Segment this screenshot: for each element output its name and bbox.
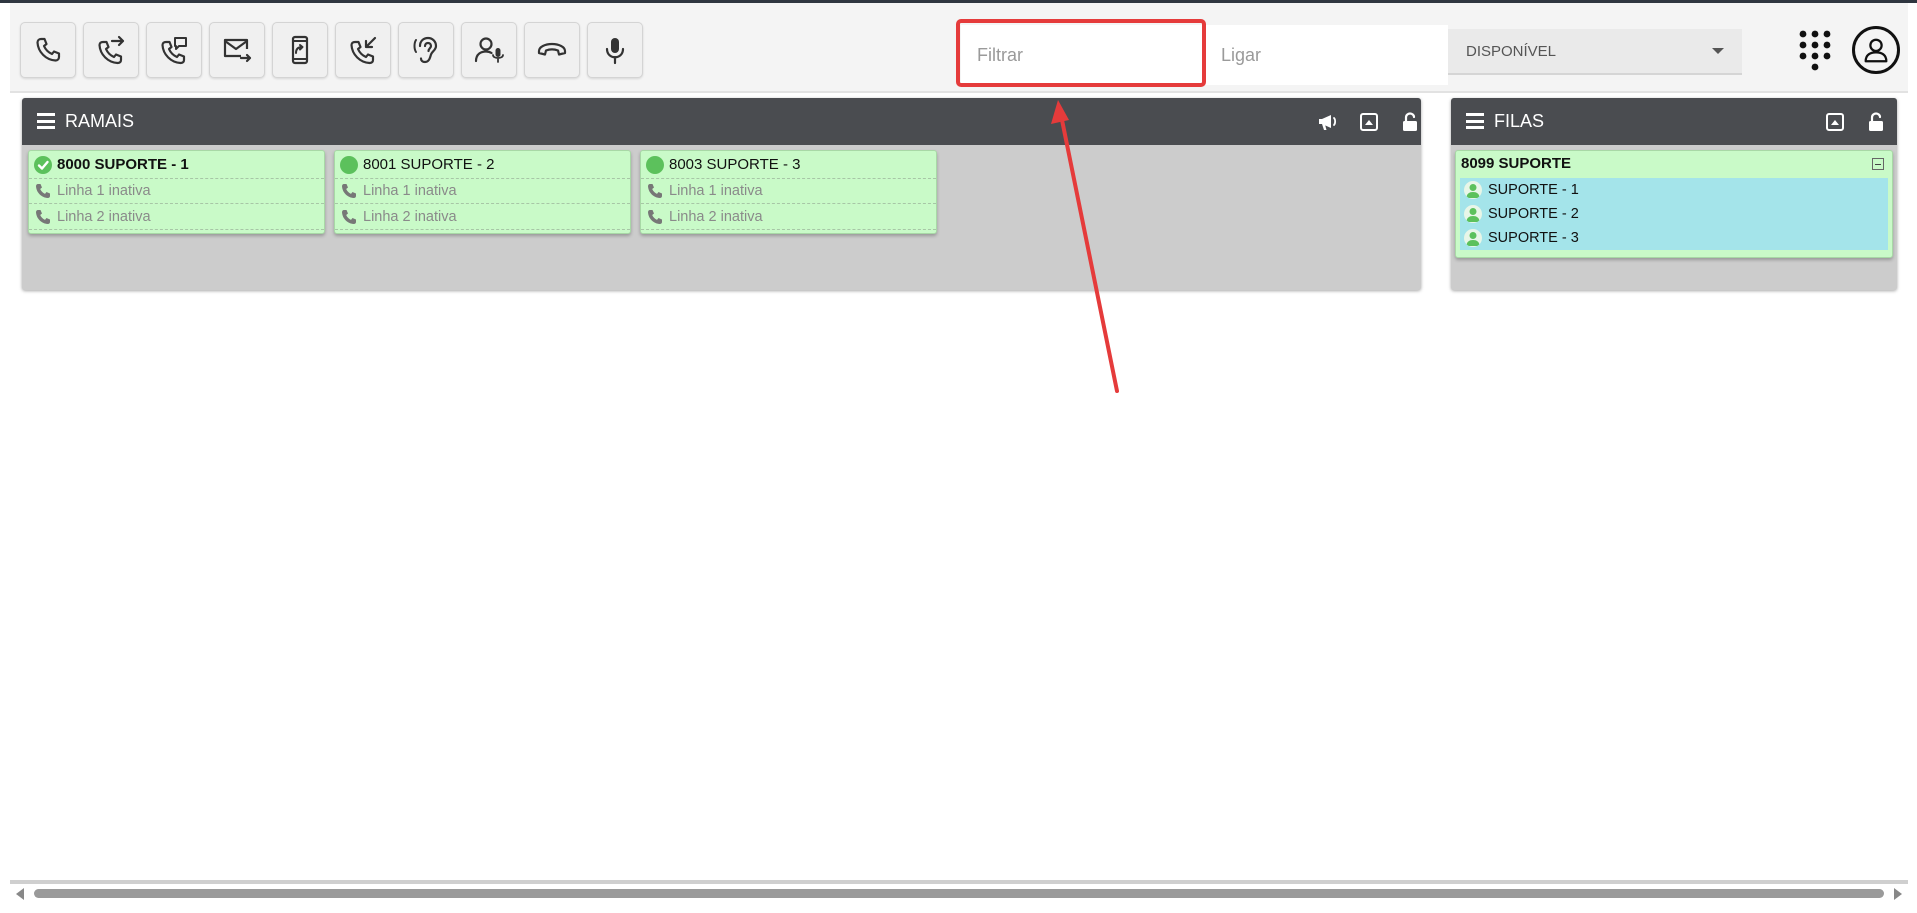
filas-panel-header: FILAS [1451,98,1897,145]
panel-expand-icon[interactable] [1824,111,1846,133]
extension-card[interactable]: 8000 SUPORTE - 1 Linha 1 inativa Linha 2… [28,150,325,234]
hangup-icon [537,42,567,56]
scrollbar-thumb[interactable] [34,889,1884,898]
line-row: Linha 1 inativa [335,178,630,204]
ramais-panel-header: RAMAIS [22,98,1421,145]
user-icon [1464,181,1482,199]
extension-header: 8003 SUPORTE - 3 [641,151,936,179]
dialpad-icon [1799,30,1831,71]
microphone-button[interactable] [587,22,643,78]
mail-forward-button[interactable] [209,22,265,78]
incoming-call-button[interactable] [335,22,391,78]
scroll-right-icon[interactable] [1894,888,1902,900]
agent-name: SUPORTE - 3 [1488,230,1579,246]
line-status: Linha 2 inativa [57,208,151,225]
line-row: Linha 2 inativa [335,204,630,230]
unlock-icon[interactable] [1865,111,1887,133]
scrollbar-track [10,880,1908,884]
queue-agent[interactable]: SUPORTE - 2 [1460,202,1579,226]
queue-agent-list: SUPORTE - 1 SUPORTE - 2 SUPORTE - 3 [1460,178,1888,250]
user-account-button[interactable] [1852,26,1900,74]
user-voice-icon [474,37,504,63]
line-row: Linha 1 inativa [29,178,324,204]
menu-icon[interactable] [37,113,55,129]
agent-name: SUPORTE - 2 [1488,206,1579,222]
extension-header: 8000 SUPORTE - 1 [29,151,324,179]
megaphone-icon[interactable] [1317,111,1339,133]
agent-voice-button[interactable] [461,22,517,78]
scroll-left-icon[interactable] [16,888,24,900]
phone-message-icon [161,37,187,65]
filas-panel: FILAS 8099 SUPORTE SUPORTE - 1 SUPORTE -… [1451,98,1897,290]
phone-icon [648,209,662,224]
hangup-button[interactable] [524,22,580,78]
extension-name: 8000 SUPORTE - 1 [57,156,189,173]
queue-agent[interactable]: SUPORTE - 1 [1460,178,1579,202]
status-check-icon [34,155,52,174]
phone-icon [36,37,61,62]
call-message-button[interactable] [146,22,202,78]
unlock-icon[interactable] [1399,111,1421,133]
queue-name: 8099 SUPORTE [1461,155,1572,172]
panel-expand-icon[interactable] [1358,111,1380,133]
filter-input[interactable] [961,25,1205,85]
ramais-panel: RAMAIS 8000 SUPORTE - 1 Linha 1 inativa … [22,98,1421,290]
listen-button[interactable] [398,22,454,78]
extension-name: 8001 SUPORTE - 2 [363,156,495,173]
line-status: Linha 1 inativa [57,182,151,199]
phone-forward-icon [98,35,125,65]
extension-name: 8003 SUPORTE - 3 [669,156,801,173]
phone-icon [648,183,662,198]
line-row: Linha 2 inativa [641,204,936,230]
user-icon [1464,229,1482,247]
phone-icon [342,209,356,224]
phone-button[interactable] [20,22,76,78]
horizontal-scrollbar[interactable] [10,880,1908,902]
extension-card[interactable]: 8003 SUPORTE - 3 Linha 1 inativa Linha 2… [640,150,937,234]
chevron-down-icon [1712,48,1724,54]
line-row: Linha 1 inativa [641,178,936,204]
line-status: Linha 2 inativa [669,208,763,225]
mobile-transfer-icon [291,35,309,65]
extension-header: 8001 SUPORTE - 2 [335,151,630,179]
ear-listen-icon [413,36,438,64]
user-icon [1464,205,1482,223]
phone-icon [342,183,356,198]
line-row: Linha 2 inativa [29,204,324,230]
queue-agent[interactable]: SUPORTE - 3 [1460,226,1579,250]
dialpad-button[interactable] [1796,29,1834,71]
user-account-icon [1864,38,1888,63]
transfer-call-button[interactable] [83,22,139,78]
mail-forward-icon [223,38,252,63]
status-select[interactable]: DISPONÍVEL [1448,29,1742,75]
phone-icon [36,183,50,198]
line-status: Linha 1 inativa [669,182,763,199]
ramais-panel-title: RAMAIS [65,111,135,131]
queue-card[interactable]: 8099 SUPORTE SUPORTE - 1 SUPORTE - 2 SUP… [1455,150,1893,258]
mobile-transfer-button[interactable] [272,22,328,78]
agent-name: SUPORTE - 1 [1488,182,1579,198]
line-status: Linha 2 inativa [363,208,457,225]
filas-panel-title: FILAS [1494,111,1545,131]
phone-icon [36,209,50,224]
menu-icon[interactable] [1466,113,1484,129]
line-status: Linha 1 inativa [363,182,457,199]
microphone-icon [605,38,625,65]
status-dot-icon [340,155,358,174]
status-select-value: DISPONÍVEL [1466,42,1557,60]
phone-incoming-icon [350,36,377,65]
status-dot-icon [646,155,664,174]
call-number-input[interactable] [1205,25,1448,85]
extension-card[interactable]: 8001 SUPORTE - 2 Linha 1 inativa Linha 2… [334,150,631,234]
collapse-icon[interactable] [1872,158,1884,170]
